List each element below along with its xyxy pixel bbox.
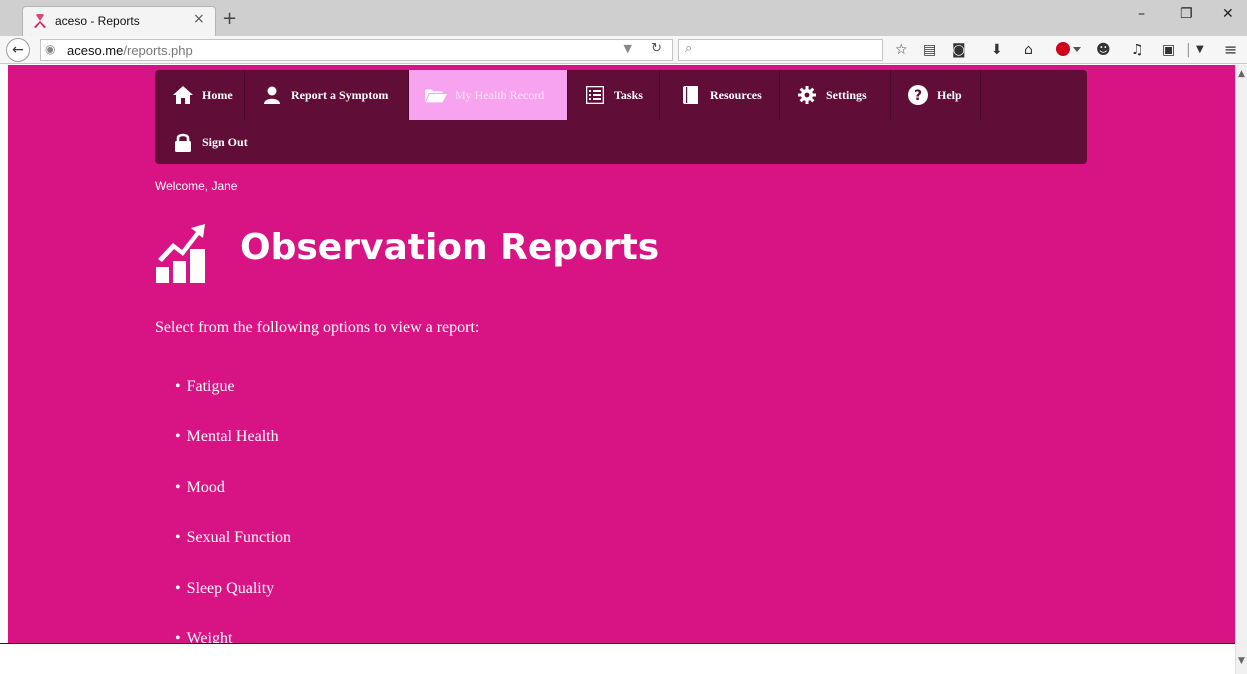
user-icon [261, 85, 283, 105]
page-content: Home Report a Symptom My Health Record T… [8, 65, 1235, 643]
trending-up-chart-icon [156, 224, 205, 283]
nav-label: Settings [826, 87, 867, 102]
folder-open-icon [425, 85, 447, 105]
back-button[interactable]: ← [6, 38, 30, 62]
lock-icon [172, 132, 194, 152]
close-window-button[interactable]: ✕ [1222, 6, 1234, 22]
nav-label: Sign Out [202, 134, 248, 149]
report-option-sleep-quality[interactable]: • Sleep Quality [175, 579, 291, 629]
download-icon[interactable]: ⬇ [991, 42, 1003, 58]
report-option-fatigue[interactable]: • Fatigue [175, 377, 291, 427]
book-icon [680, 85, 702, 105]
divider: | [1186, 42, 1191, 58]
nav-item-help[interactable]: ? Help [891, 70, 981, 120]
report-option-mental-health[interactable]: • Mental Health [175, 427, 291, 477]
nav-item-sign-out[interactable]: Sign Out [155, 120, 265, 164]
adblock-icon[interactable] [1056, 42, 1082, 60]
gear-icon [796, 85, 818, 105]
page-title: Observation Reports [240, 227, 660, 268]
report-option-sexual-function[interactable]: • Sexual Function [175, 528, 291, 578]
scroll-down-icon[interactable]: ▼ [1238, 656, 1245, 666]
search-icon: ⌕ [685, 41, 693, 56]
nav-item-report-symptom[interactable]: Report a Symptom [245, 70, 409, 120]
svg-text:?: ? [914, 88, 922, 104]
nav-label: Tasks [614, 87, 643, 102]
globe-icon: ◉ [45, 42, 56, 56]
reading-list-icon[interactable]: ▤ [923, 42, 936, 58]
nav-label: Home [202, 87, 233, 102]
intro-text: Select from the following options to vie… [155, 319, 480, 336]
ribbon-favicon-icon [34, 14, 46, 28]
report-option-mood[interactable]: • Mood [175, 478, 291, 528]
pocket-icon[interactable]: ◙ [952, 42, 966, 58]
list-icon [584, 85, 606, 105]
browser-tab[interactable]: aceso - Reports × [22, 6, 216, 36]
home-icon [172, 85, 194, 105]
main-navigation: Home Report a Symptom My Health Record T… [155, 70, 1087, 164]
tab-title: aceso - Reports [55, 14, 140, 28]
hamburger-menu-icon[interactable]: ≡ [1224, 42, 1237, 58]
url-dropdown-icon[interactable]: ▼ [624, 42, 632, 55]
nav-label: Report a Symptom [291, 87, 389, 102]
nav-label: Resources [710, 87, 762, 102]
report-option-weight[interactable]: • Weight [175, 629, 291, 643]
home-browser-icon[interactable]: ⌂ [1024, 42, 1033, 58]
vertical-scrollbar[interactable]: ▲ ▼ [1235, 65, 1247, 674]
report-options-list: • Fatigue • Mental Health • Mood • Sexual Fu… [175, 377, 291, 643]
welcome-message: Welcome, Jane [155, 179, 238, 193]
url-text: aceso.me/reports.php [67, 43, 193, 58]
nav-item-home[interactable]: Home [155, 70, 245, 120]
nav-label: My Health Record [455, 87, 545, 102]
back-arrow-icon: ← [12, 42, 24, 58]
extension-icon[interactable]: ♫ [1131, 42, 1144, 58]
browser-tab-bar: aceso - Reports × + – ❐ ✕ [0, 0, 1247, 36]
window-bottom-edge [0, 643, 1235, 674]
search-input[interactable]: ⌕ [678, 39, 883, 61]
bookmark-star-icon[interactable]: ☆ [895, 42, 908, 58]
restore-button[interactable]: ❐ [1180, 6, 1193, 22]
tab-close-button[interactable]: × [193, 11, 205, 27]
scroll-up-icon[interactable]: ▲ [1238, 69, 1245, 79]
screenshot-icon[interactable]: ▣ [1162, 42, 1175, 58]
reload-icon[interactable]: ↻ [651, 41, 662, 56]
nav-label: Help [937, 87, 962, 102]
url-bar[interactable]: ◉ aceso.me/reports.php ▼ ↻ [40, 39, 673, 61]
minimize-button[interactable]: – [1138, 6, 1145, 22]
new-tab-button[interactable]: + [222, 8, 237, 29]
browser-nav-bar: ← ◉ aceso.me/reports.php ▼ ↻ ⌕ ☆ ▤ ◙ ⬇ ⌂… [0, 36, 1247, 64]
nav-item-settings[interactable]: Settings [780, 70, 891, 120]
chat-icon[interactable]: ☻ [1096, 42, 1111, 58]
nav-item-resources[interactable]: Resources [660, 70, 780, 120]
nav-item-tasks[interactable]: Tasks [568, 70, 660, 120]
question-circle-icon: ? [907, 85, 929, 105]
chevron-down-icon[interactable]: ▼ [1196, 42, 1204, 58]
nav-item-my-health-record[interactable]: My Health Record [409, 70, 568, 120]
